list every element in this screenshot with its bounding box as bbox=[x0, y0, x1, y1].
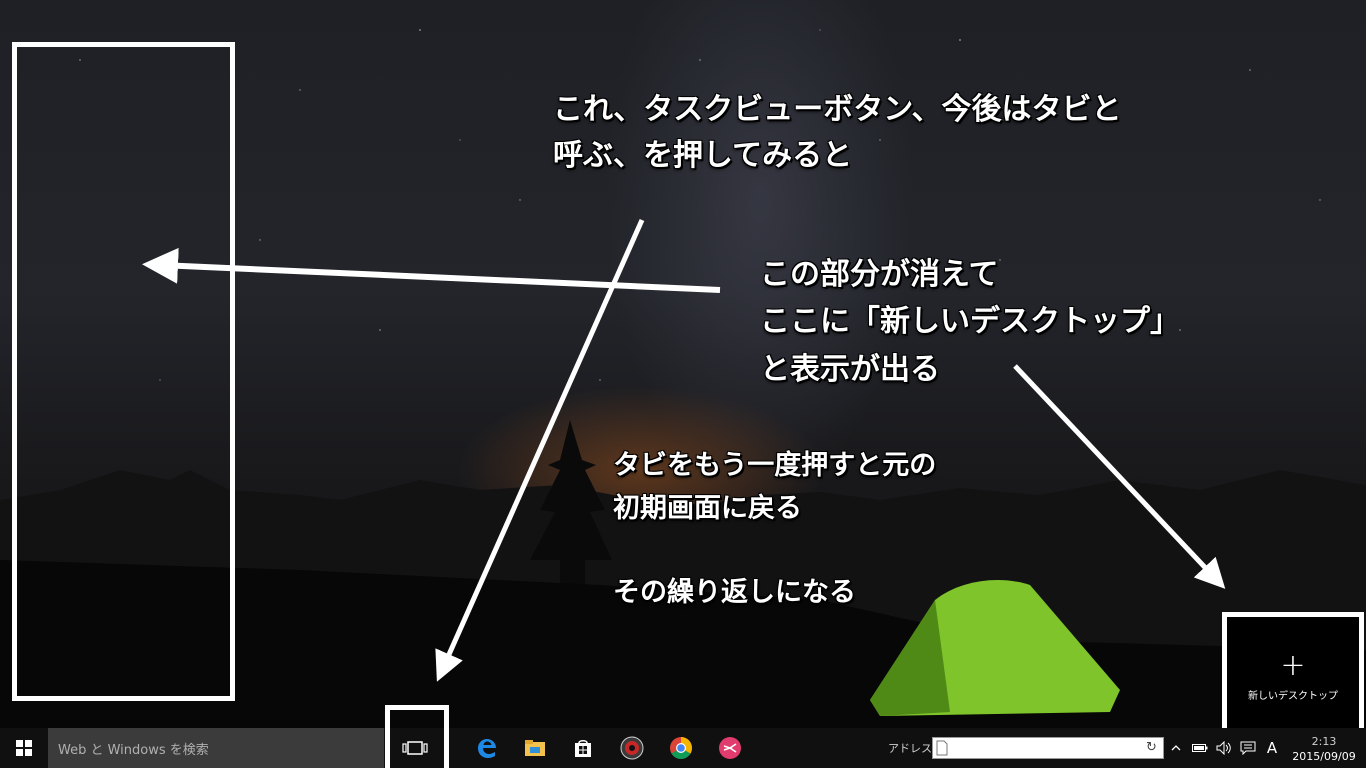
tray-overflow-chevron-icon[interactable] bbox=[1168, 728, 1184, 768]
clock-date: 2015/09/09 bbox=[1292, 750, 1356, 763]
task-view-highlight-frame bbox=[385, 705, 449, 773]
chrome-icon bbox=[670, 737, 692, 759]
media-player-button[interactable] bbox=[608, 728, 656, 768]
new-desktop-button[interactable]: + 新しいデスクトップ bbox=[1222, 612, 1364, 740]
clock[interactable]: 2:13 2015/09/09 bbox=[1286, 734, 1362, 764]
action-center-icon[interactable] bbox=[1238, 728, 1258, 768]
start-button[interactable] bbox=[0, 728, 48, 768]
plus-icon: + bbox=[1280, 647, 1306, 683]
annotation-arrows bbox=[142, 218, 1226, 682]
edge-icon bbox=[478, 739, 496, 758]
search-placeholder: Web と Windows を検索 bbox=[58, 742, 209, 758]
store-button[interactable] bbox=[559, 728, 607, 768]
file-explorer-button[interactable] bbox=[511, 728, 559, 768]
ime-indicator[interactable]: A bbox=[1262, 728, 1282, 768]
windows-logo-icon bbox=[16, 740, 32, 756]
media-player-icon bbox=[620, 736, 644, 760]
file-explorer-icon bbox=[525, 740, 545, 756]
taskbar: Web と Windows を検索 アドレス ↻ A 2:13 2015/09/… bbox=[0, 728, 1366, 768]
new-desktop-label: 新しいデスクトップ bbox=[1248, 690, 1338, 702]
search-input[interactable]: Web と Windows を検索 bbox=[48, 728, 384, 768]
clock-time: 2:13 bbox=[1311, 735, 1337, 748]
battery-icon[interactable] bbox=[1190, 728, 1210, 768]
chevron-up-icon bbox=[1171, 745, 1181, 751]
battery-glyph bbox=[1192, 744, 1208, 752]
arrow-to-new-desktop bbox=[1013, 364, 1226, 589]
address-refresh-icon[interactable]: ↻ bbox=[1146, 740, 1157, 755]
arrow-to-task-view-button bbox=[435, 218, 645, 682]
edge-button[interactable] bbox=[463, 728, 511, 768]
speaker-glyph bbox=[1216, 741, 1231, 755]
pinned-app-button[interactable] bbox=[706, 728, 754, 768]
document-icon bbox=[936, 740, 948, 756]
notification-glyph bbox=[1240, 741, 1256, 755]
address-input[interactable] bbox=[932, 737, 1164, 759]
desktop-wallpaper: これ、タスクビューボタン、今後はタビと 呼ぶ、を押してみると この部分が消えて … bbox=[0, 0, 1366, 728]
pinned-app-icon bbox=[719, 737, 741, 759]
address-toolbar-label: アドレス bbox=[888, 742, 932, 755]
chrome-button[interactable] bbox=[657, 728, 705, 768]
arrow-to-hidden-area bbox=[142, 247, 721, 293]
volume-icon[interactable] bbox=[1213, 728, 1235, 768]
store-icon bbox=[575, 739, 591, 757]
